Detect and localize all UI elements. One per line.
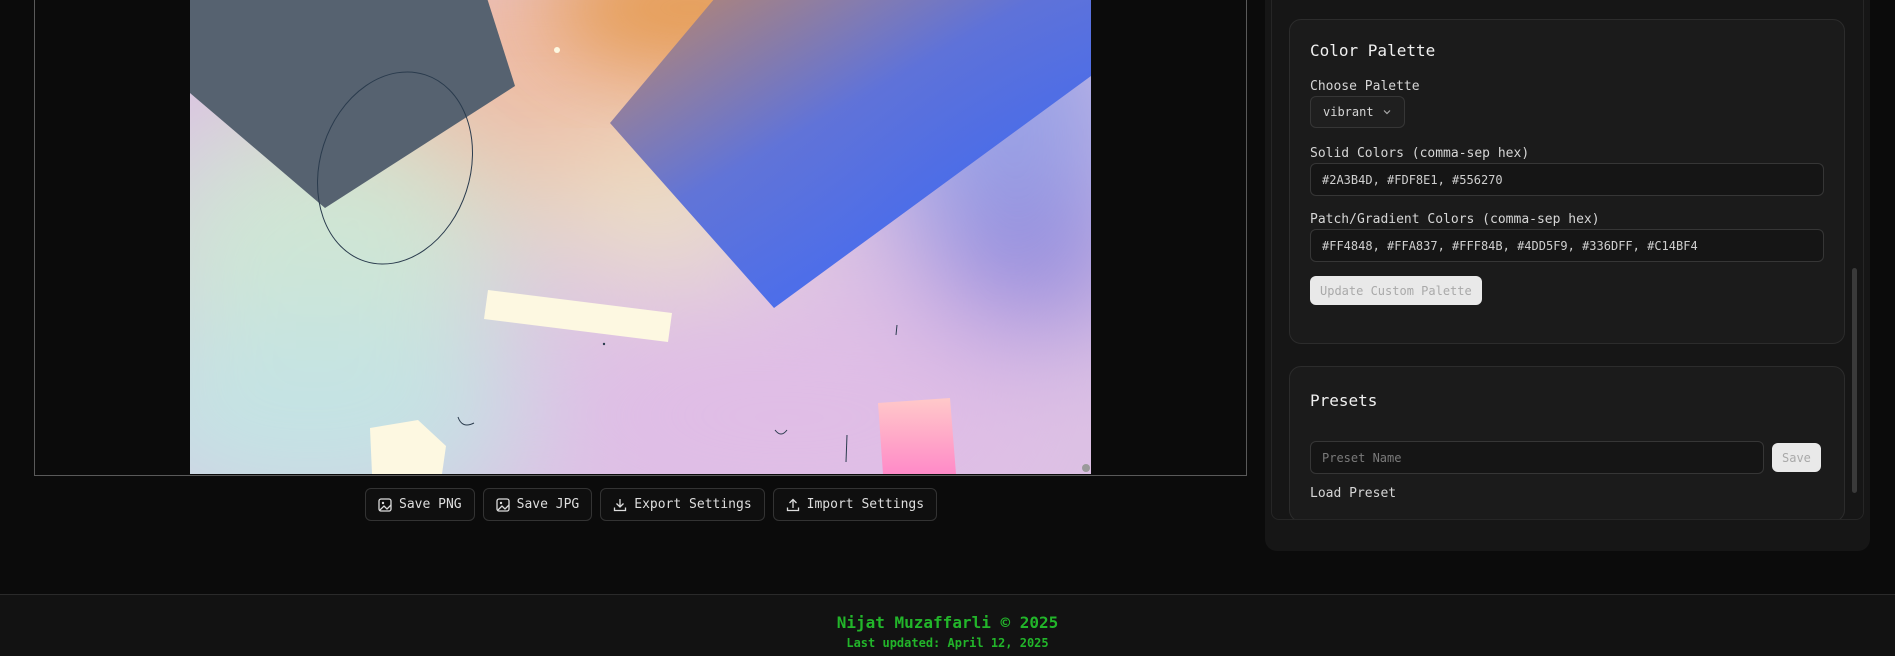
import-settings-button[interactable]: Import Settings <box>772 488 938 521</box>
footer-author: Nijat Muzaffarli © 2025 <box>836 613 1059 632</box>
generated-artwork-canvas[interactable] <box>190 0 1091 474</box>
patch-colors-input[interactable]: #FF4848, #FFA837, #FFF84B, #4DD5F9, #336… <box>1310 229 1824 262</box>
chevron-down-icon <box>1383 110 1391 115</box>
footer: Nijat Muzaffarli © 2025 Last updated: Ap… <box>0 594 1895 656</box>
preset-name-input[interactable]: Preset Name <box>1310 441 1764 474</box>
save-jpg-label: Save JPG <box>516 497 580 512</box>
image-icon <box>378 497 392 512</box>
upload-icon <box>786 498 799 511</box>
image-icon <box>495 497 510 512</box>
choose-palette-label: Choose Palette <box>1310 79 1420 94</box>
solid-colors-label: Solid Colors (comma-sep hex) <box>1310 146 1530 161</box>
palette-select-value: vibrant <box>1323 105 1374 119</box>
save-png-label: Save PNG <box>399 497 462 512</box>
palette-select[interactable]: vibrant <box>1310 96 1405 128</box>
save-jpg-button[interactable]: Save JPG <box>482 488 593 521</box>
color-palette-card: Color Palette Choose Palette vibrant Sol… <box>1289 19 1845 344</box>
settings-sidebar: Color Palette Choose Palette vibrant Sol… <box>1265 0 1870 551</box>
patch-colors-label: Patch/Gradient Colors (comma-sep hex) <box>1310 212 1600 227</box>
color-palette-title: Color Palette <box>1310 41 1436 60</box>
export-settings-button[interactable]: Export Settings <box>600 488 765 521</box>
export-settings-label: Export Settings <box>634 497 752 512</box>
import-settings-label: Import Settings <box>806 497 925 512</box>
load-preset-label: Load Preset <box>1310 486 1397 501</box>
canvas-frame <box>34 0 1247 476</box>
sidebar-scrollbar[interactable] <box>1852 268 1857 493</box>
download-icon <box>614 498 627 511</box>
app-root: Save PNG Save JPG Export Settings Import… <box>0 0 1895 656</box>
update-custom-palette-button[interactable]: Update Custom Palette <box>1310 276 1482 305</box>
settings-scroll-area[interactable]: Color Palette Choose Palette vibrant Sol… <box>1271 0 1864 520</box>
solid-colors-input[interactable]: #2A3B4D, #FDF8E1, #556270 <box>1310 163 1824 196</box>
presets-title: Presets <box>1310 391 1378 410</box>
save-png-button[interactable]: Save PNG <box>365 488 475 521</box>
presets-card: Presets Preset Name Save Load Preset <box>1289 366 1845 519</box>
canvas-actions: Save PNG Save JPG Export Settings Import… <box>365 488 938 521</box>
footer-last-updated: Last updated: April 12, 2025 <box>846 636 1049 650</box>
save-preset-button[interactable]: Save <box>1772 443 1821 472</box>
